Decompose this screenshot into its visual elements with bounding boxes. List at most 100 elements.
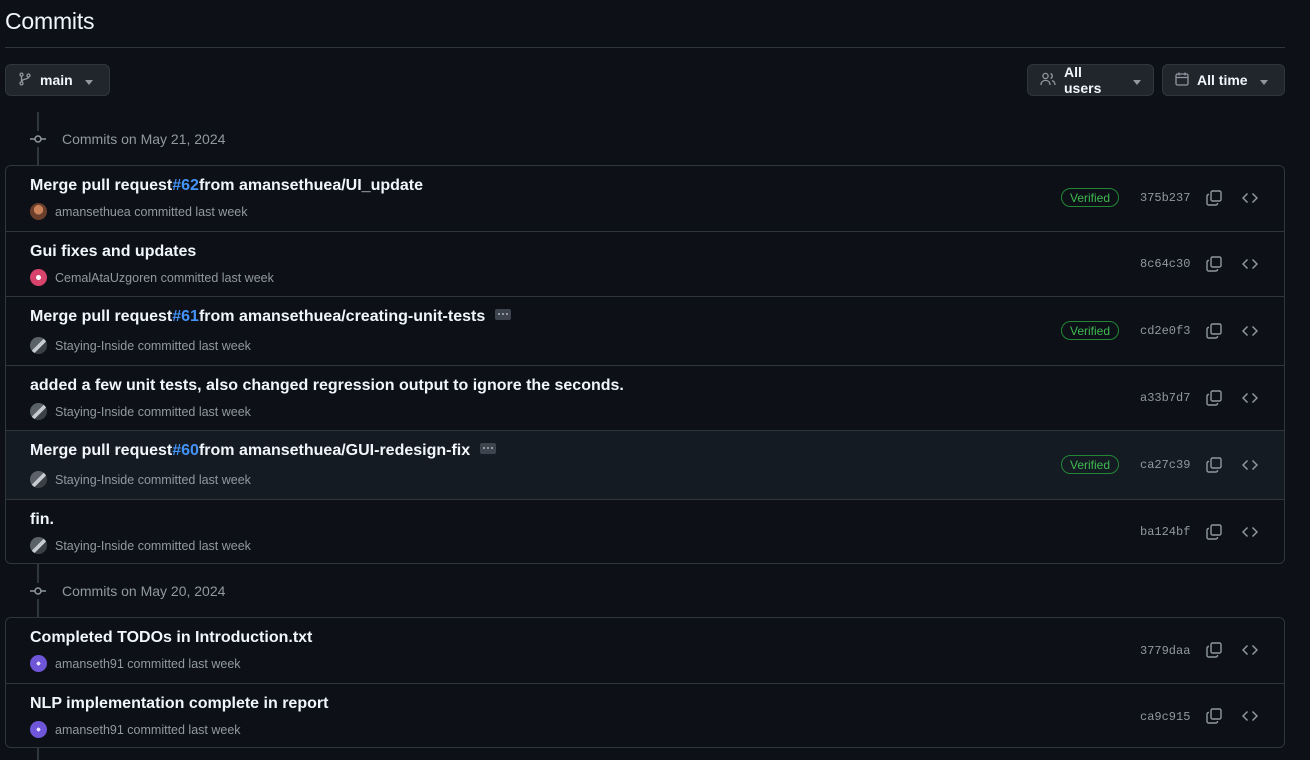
branch-label: main	[40, 72, 73, 88]
commit-time-text: committed last week	[123, 656, 241, 671]
commit-message-text: from amansethuea/UI_update	[198, 177, 424, 194]
copy-icon[interactable]	[1204, 188, 1224, 208]
commit-meta: amanseth91 committed last week	[30, 655, 241, 672]
copy-icon[interactable]	[1204, 321, 1224, 341]
commit-title-link[interactable]: Merge pull request #61 from amansethuea/…	[30, 308, 512, 326]
author-link[interactable]: Staying-Inside	[55, 405, 134, 419]
group-date-label: Commits on May 21, 2024	[62, 131, 226, 147]
commit-title-link[interactable]: Merge pull request #62 from amansethuea/…	[30, 177, 423, 195]
author-link[interactable]: amanseth91	[55, 657, 124, 671]
commit-title-link[interactable]: fin.	[30, 511, 54, 529]
group-date-label: Commits on May 20, 2024	[62, 583, 226, 599]
author-link[interactable]: Staying-Inside	[55, 539, 134, 553]
commit-time-text: committed last week	[123, 722, 241, 737]
code-icon[interactable]	[1240, 388, 1260, 408]
code-icon[interactable]	[1240, 455, 1260, 475]
triangle-down-icon	[1133, 72, 1141, 88]
author-link[interactable]: amanseth91	[55, 723, 124, 737]
commit-title-link[interactable]: added a few unit tests, also changed reg…	[30, 377, 624, 395]
author-link[interactable]: Staying-Inside	[55, 473, 134, 487]
commit-list: Completed TODOs in Introduction.txt aman…	[5, 617, 1285, 748]
avatar[interactable]	[30, 337, 47, 354]
pull-request-link[interactable]: #61	[172, 308, 199, 326]
branch-select-button[interactable]: main	[5, 64, 110, 96]
code-icon[interactable]	[1240, 254, 1260, 274]
commit-message-text: NLP implementation complete in report	[30, 695, 329, 712]
commit-message-text: from amansethuea/creating-unit-tests	[198, 308, 486, 325]
commit-meta: Staying-Inside committed last week	[30, 537, 251, 554]
copy-icon[interactable]	[1204, 522, 1224, 542]
commit-row: added a few unit tests, also changed reg…	[6, 365, 1284, 430]
author-link[interactable]: Staying-Inside	[55, 339, 134, 353]
commit-row: Completed TODOs in Introduction.txt aman…	[6, 618, 1284, 683]
expand-description-button[interactable]	[495, 308, 512, 320]
verified-badge[interactable]: Verified	[1061, 321, 1120, 340]
commit-sha-link[interactable]: 3779daa	[1140, 644, 1190, 658]
commit-meta: Staying-Inside committed last week	[30, 403, 251, 420]
code-icon[interactable]	[1240, 188, 1260, 208]
commit-sha-link[interactable]: cd2e0f3	[1140, 324, 1190, 338]
people-icon	[1040, 72, 1056, 89]
triangle-down-icon	[84, 72, 93, 88]
commit-sha-link[interactable]: a33b7d7	[1140, 391, 1190, 405]
author-link[interactable]: CemalAtaUzgoren	[55, 271, 157, 285]
commit-sha-link[interactable]: ca9c915	[1140, 710, 1190, 724]
commit-title-link[interactable]: Gui fixes and updates	[30, 243, 196, 261]
timeline-line	[37, 748, 39, 760]
commit-title-link[interactable]: NLP implementation complete in report	[30, 695, 328, 713]
avatar[interactable]	[30, 269, 47, 286]
git-commit-icon	[30, 583, 46, 599]
commit-sha-link[interactable]: 375b237	[1140, 191, 1190, 205]
commit-time-text: committed last week	[157, 270, 274, 285]
author-link[interactable]: amansethuea	[55, 205, 131, 219]
code-icon[interactable]	[1240, 522, 1260, 542]
commit-sha-link[interactable]: 8c64c30	[1140, 257, 1190, 271]
copy-icon[interactable]	[1204, 455, 1224, 475]
commit-title-link[interactable]: Merge pull request #60 from amansethuea/…	[30, 442, 497, 460]
time-filter-button[interactable]: All time	[1162, 64, 1285, 96]
avatar[interactable]	[30, 721, 47, 738]
avatar[interactable]	[30, 403, 47, 420]
copy-icon[interactable]	[1204, 706, 1224, 726]
commit-message-text: Merge pull request	[30, 442, 173, 459]
commit-meta: amansethuea committed last week	[30, 203, 247, 220]
commit-group-heading: Commits on May 20, 2024	[30, 581, 225, 601]
pull-request-link[interactable]: #60	[172, 442, 199, 460]
copy-icon[interactable]	[1204, 640, 1224, 660]
commit-row: NLP implementation complete in report am…	[6, 683, 1284, 747]
commit-time-text: committed last week	[134, 338, 251, 353]
commit-time-text: committed last week	[134, 404, 251, 419]
avatar[interactable]	[30, 537, 47, 554]
title-divider	[5, 47, 1285, 48]
code-icon[interactable]	[1240, 640, 1260, 660]
copy-icon[interactable]	[1204, 254, 1224, 274]
commit-sha-link[interactable]: ca27c39	[1140, 458, 1190, 472]
commit-time-text: committed last week	[134, 472, 251, 487]
commit-message-text: Gui fixes and updates	[30, 243, 197, 260]
commit-message-text: Merge pull request	[30, 177, 173, 194]
commit-sha-link[interactable]: ba124bf	[1140, 525, 1190, 539]
git-branch-icon	[18, 71, 32, 89]
verified-badge[interactable]: Verified	[1061, 188, 1120, 207]
code-icon[interactable]	[1240, 706, 1260, 726]
time-filter-label: All time	[1197, 72, 1248, 88]
avatar[interactable]	[30, 203, 47, 220]
code-icon[interactable]	[1240, 321, 1260, 341]
avatar[interactable]	[30, 471, 47, 488]
commit-message-text: fin.	[30, 511, 54, 528]
commit-title-link[interactable]: Completed TODOs in Introduction.txt	[30, 629, 312, 647]
copy-icon[interactable]	[1204, 388, 1224, 408]
commit-meta: Staying-Inside committed last week	[30, 337, 251, 354]
commit-time-text: committed last week	[134, 538, 251, 553]
commit-message-text: from amansethuea/GUI-redesign-fix	[198, 442, 471, 459]
verified-badge[interactable]: Verified	[1061, 455, 1120, 474]
commit-message-text: Completed TODOs in Introduction.txt	[30, 629, 313, 646]
commit-row: Merge pull request #62 from amansethuea/…	[6, 166, 1284, 231]
avatar[interactable]	[30, 655, 47, 672]
commit-time-text: committed last week	[130, 204, 248, 219]
commit-meta: CemalAtaUzgoren committed last week	[30, 269, 274, 286]
pull-request-link[interactable]: #62	[172, 177, 199, 195]
commit-message-text: Merge pull request	[30, 308, 173, 325]
users-filter-button[interactable]: All users	[1027, 64, 1154, 96]
expand-description-button[interactable]	[480, 442, 497, 454]
